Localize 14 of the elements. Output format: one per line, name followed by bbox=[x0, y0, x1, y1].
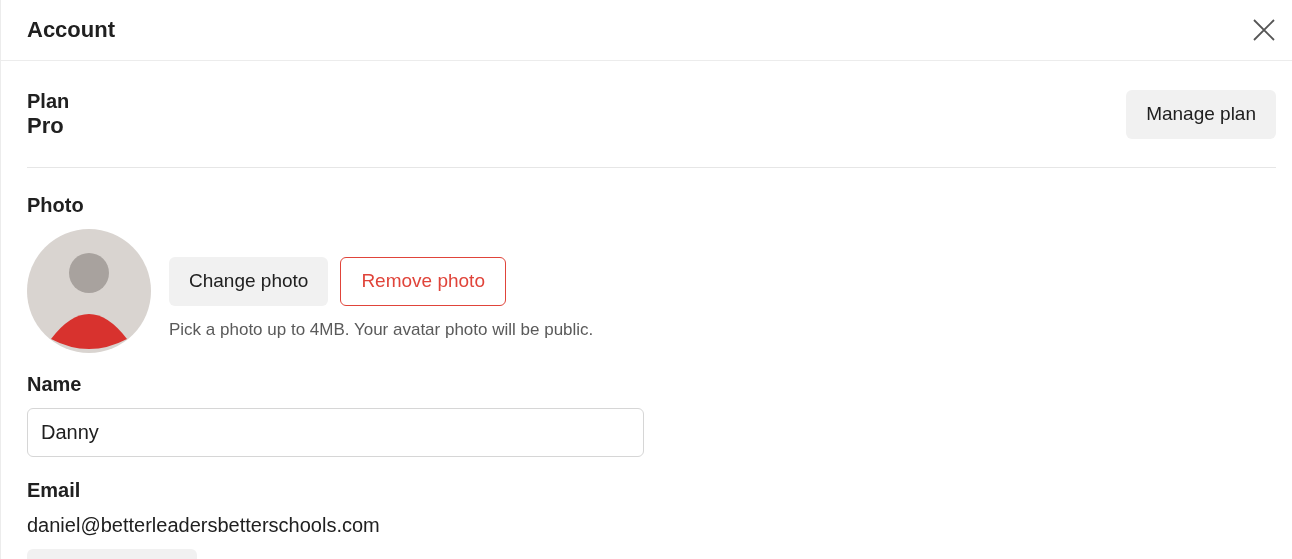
photo-hint: Pick a photo up to 4MB. Your avatar photo will be public. bbox=[169, 319, 594, 340]
avatar-silhouette[interactable] bbox=[27, 229, 151, 353]
plan-label: Plan bbox=[27, 89, 70, 113]
close-icon[interactable] bbox=[1252, 18, 1276, 42]
photo-label: Photo bbox=[27, 194, 85, 217]
manage-plan-button[interactable]: Manage plan bbox=[1126, 89, 1276, 139]
plan-name: Pro bbox=[27, 112, 65, 139]
name-label: Name bbox=[27, 373, 83, 396]
remove-photo-button[interactable]: Remove photo bbox=[340, 256, 506, 306]
email-label: Email bbox=[27, 479, 82, 502]
dialog-title: Account bbox=[27, 17, 115, 43]
name-input-field[interactable]: Danny bbox=[27, 408, 644, 457]
email-address: daniel@betterleadersbetterschools.com bbox=[27, 514, 381, 537]
change-photo-button[interactable]: Change photo bbox=[169, 256, 329, 306]
